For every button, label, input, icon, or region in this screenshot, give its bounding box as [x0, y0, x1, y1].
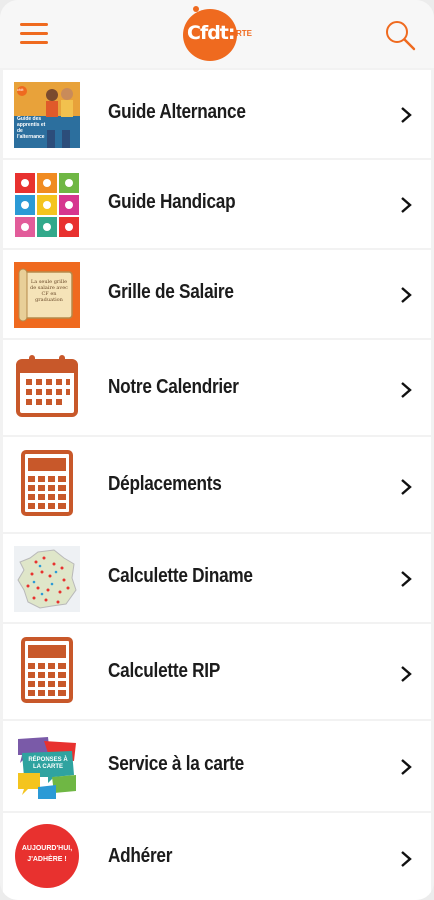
thumbnail-caption: La seule grille de salaire avec CF en gr… [30, 279, 68, 303]
badge-text-line-2: J'ADHÈRE ! [27, 856, 67, 863]
france-map-thumbnail [14, 546, 80, 612]
salary-grid-paper-thumbnail: La seule grille de salaire avec CF en gr… [14, 262, 80, 328]
thumbnail-caption: Guide des apprentis et de l'alternance [17, 116, 46, 140]
list-item-label: Notre Calendrier [108, 376, 239, 398]
cfdt-logo: Cfdt: [183, 9, 237, 61]
list-item-label: Service à la carte [108, 753, 244, 775]
calculator-icon [14, 450, 80, 516]
list-item-deplacements[interactable]: Déplacements [3, 437, 431, 532]
thumbnail-caption: RÉPONSES À LA CARTE [28, 757, 68, 770]
chevron-right-icon [399, 105, 413, 125]
app-header: Cfdt: RTE [0, 0, 434, 68]
list-item-service-a-la-carte[interactable]: RÉPONSES À LA CARTE Service à la carte [3, 721, 431, 811]
search-icon[interactable] [384, 19, 416, 51]
list-item-guide-alternance[interactable]: cfdt Guide des apprentis et de l'alterna… [3, 70, 431, 158]
list-item-notre-calendrier[interactable]: Notre Calendrier [3, 340, 431, 435]
chevron-right-icon [399, 569, 413, 589]
calculator-icon [14, 637, 80, 703]
chevron-right-icon [399, 380, 413, 400]
hamburger-menu-icon[interactable] [20, 23, 48, 45]
list-item-guide-handicap[interactable]: Guide Handicap [3, 160, 431, 248]
app-screen: Cfdt: RTE cfdt Guide des apprentis et de… [0, 0, 434, 900]
list-item-label: Calculette Diname [108, 565, 253, 587]
join-badge-icon: AUJOURD'HUI, J'ADHÈRE ! [14, 823, 80, 889]
list-item-label: Guide Handicap [108, 191, 236, 213]
speech-bubbles-thumbnail: RÉPONSES À LA CARTE [14, 733, 80, 799]
guide-alternance-thumbnail: cfdt Guide des apprentis et de l'alterna… [14, 82, 80, 148]
chevron-right-icon [399, 195, 413, 215]
logo-subtitle: RTE [236, 29, 252, 38]
list-item-label: Calculette RIP [108, 660, 221, 682]
list-item-grille-salaire[interactable]: La seule grille de salaire avec CF en gr… [3, 250, 431, 338]
list-item-calculette-diname[interactable]: Calculette Diname [3, 534, 431, 622]
handicap-pictograms-thumbnail [14, 172, 80, 238]
list-item-label: Déplacements [108, 473, 222, 495]
list-item-calculette-rip[interactable]: Calculette RIP [3, 624, 431, 719]
calendar-icon [14, 353, 80, 419]
chevron-right-icon [399, 477, 413, 497]
list-item-label: Guide Alternance [108, 101, 246, 123]
chevron-right-icon [399, 285, 413, 305]
list-item-adherer[interactable]: AUJOURD'HUI, J'ADHÈRE ! Adhérer [3, 813, 431, 900]
list-item-label: Adhérer [108, 845, 173, 867]
chevron-right-icon [399, 849, 413, 869]
thumbnail-badge: cfdt [17, 87, 24, 92]
list-item-label: Grille de Salaire [108, 281, 234, 303]
chevron-right-icon [399, 664, 413, 684]
logo-text: Cfdt: [187, 22, 235, 44]
chevron-right-icon [399, 757, 413, 777]
badge-text-line-1: AUJOURD'HUI, [21, 845, 73, 852]
